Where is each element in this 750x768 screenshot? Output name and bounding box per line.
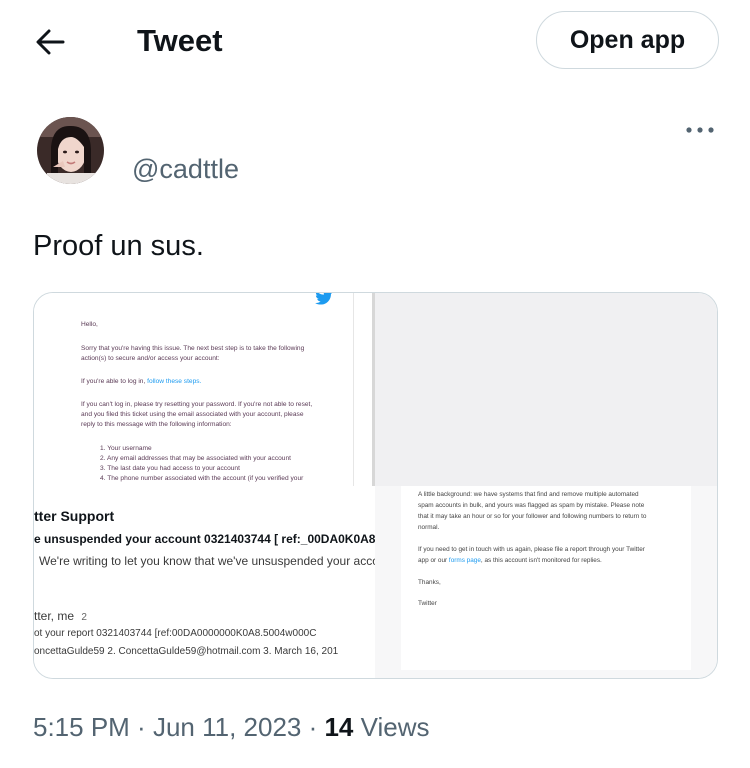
author-handle[interactable]: @cadttle (132, 154, 239, 185)
email-line: and you filed this ticket using the emai… (81, 411, 304, 418)
more-options-button[interactable] (683, 118, 717, 142)
top-bar: Tweet Open app (0, 0, 750, 82)
support-title: tter Support (34, 508, 115, 524)
email-signature: Twitter (418, 600, 437, 607)
open-app-button[interactable]: Open app (536, 11, 719, 69)
email-details-line: oncettaGulde59 2. ConcettaGulde59@hotmai… (34, 646, 339, 657)
email-line: If you can't log in, please try resettin… (81, 401, 313, 408)
email-card: Hello, Sorry that you're having this iss… (64, 293, 354, 486)
back-button[interactable] (30, 22, 70, 62)
email-line: Sorry that you're having this issue. The… (81, 345, 305, 352)
email-list-item: 2. Any email addresses that may be assoc… (100, 455, 291, 462)
email-line: Hello, (81, 321, 98, 328)
email-list-item: 4. The phone number associated with the … (100, 475, 304, 482)
tweet-time[interactable]: 5:15 PM (33, 712, 130, 742)
twitter-bird-icon (315, 293, 332, 305)
back-arrow-icon (36, 29, 65, 55)
avatar-image (37, 117, 104, 184)
tweet-meta: 5:15 PM · Jun 11, 2023 · 14 Views (33, 712, 430, 743)
participants-text: tter, me (34, 609, 75, 623)
tweet-date[interactable]: Jun 11, 2023 (153, 712, 301, 742)
email-line: reply to this message with the following… (81, 421, 232, 428)
more-dots-icon (686, 127, 714, 133)
avatar[interactable] (37, 117, 104, 184)
media-image-1[interactable]: Hello, Sorry that you're having this iss… (34, 293, 372, 486)
separator: · (301, 712, 325, 742)
email-line: action(s) to secure and/or access your a… (81, 355, 220, 362)
email-line: spam accounts in bulk, and yours was fla… (418, 502, 645, 509)
email-card: A little background: we have systems tha… (401, 486, 691, 670)
email-signoff: Thanks, (418, 579, 441, 586)
email-text: app or our (418, 557, 448, 564)
email-preview: We're writing to let you know that we've… (39, 554, 375, 568)
views-count: 14 (324, 712, 354, 742)
media-image-2[interactable] (375, 293, 717, 486)
tweet-media[interactable]: Hello, Sorry that you're having this iss… (33, 292, 718, 679)
email-line: app or our forms page, as this account i… (418, 556, 602, 566)
email-line: that it may take an hour or so for your … (418, 513, 647, 520)
email-line: normal. (418, 524, 440, 531)
tweet-text: Proof un sus. (33, 230, 204, 262)
separator: · (129, 712, 153, 742)
views-label: Views (353, 712, 430, 742)
email-text: If you're able to log in, (81, 378, 146, 385)
email-line: If you need to get in touch with us agai… (418, 546, 645, 553)
follow-steps-link: follow these steps. (147, 378, 202, 385)
page-title: Tweet (137, 23, 223, 58)
email-report-line: ot your report 0321403744 [ref:00DA00000… (34, 628, 317, 639)
email-text: , as this account isn't monitored for re… (480, 557, 602, 564)
media-image-4[interactable]: A little background: we have systems tha… (375, 486, 717, 678)
email-list-item: 3. The last date you had access to your … (100, 465, 240, 472)
forms-page-link: forms page (448, 557, 481, 564)
email-line: A little background: we have systems tha… (418, 491, 639, 498)
media-image-3[interactable]: tter Support e unsuspended your account … (34, 486, 375, 678)
thread-count: 2 (81, 612, 87, 623)
email-participants: tter, me 2 (34, 609, 87, 623)
email-subject: e unsuspended your account 0321403744 [ … (34, 532, 375, 546)
email-line: If you're able to log in, follow these s… (81, 377, 201, 387)
email-list-item: 1. Your username (100, 445, 152, 452)
